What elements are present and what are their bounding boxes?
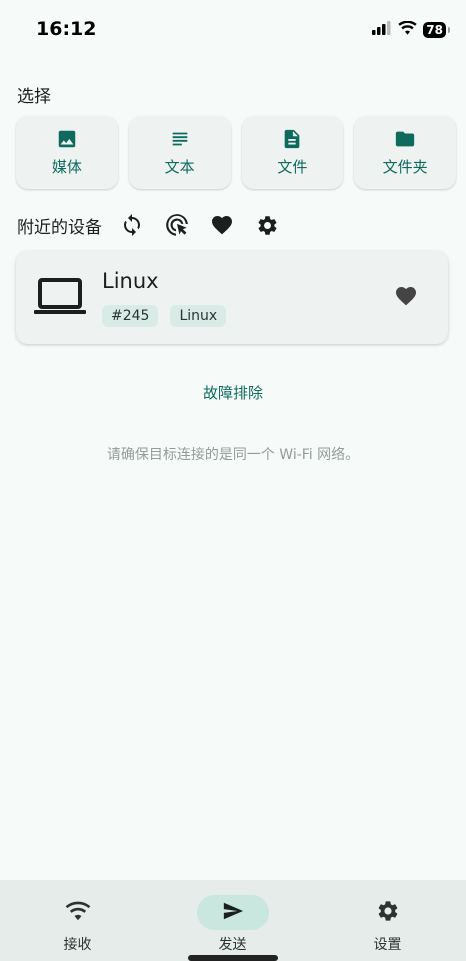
nav-settings-indicator [352, 895, 424, 930]
nav-settings[interactable]: 设置 [310, 880, 465, 961]
nearby-devices-header: 附近的设备 [17, 210, 297, 240]
home-indicator [188, 955, 278, 961]
nav-send-indicator [196, 895, 269, 930]
troubleshoot-link[interactable]: 故障排除 [0, 382, 466, 403]
nav-settings-label: 设置 [373, 937, 402, 953]
text-button-label: 文本 [164, 158, 195, 176]
laptop-icon [34, 277, 86, 321]
network-hint-text: 请确保目标连接的是同一个 Wi-Fi 网络。 [106, 447, 360, 463]
select-buttons-row: 媒体 文本 文件 文件夹 [16, 116, 456, 189]
status-icons: 78 [372, 20, 450, 39]
nav-receive[interactable]: 接收 [0, 880, 155, 961]
device-os-chip: Linux [170, 305, 227, 327]
gear-icon[interactable] [252, 210, 282, 240]
file-button[interactable]: 文件 [241, 116, 344, 189]
image-icon [56, 128, 78, 150]
text-button[interactable]: 文本 [128, 116, 231, 189]
wifi-status-icon [398, 20, 417, 39]
send-icon [221, 900, 245, 926]
bottom-navigation: 接收 发送 设置 [0, 880, 466, 961]
file-button-label: 文件 [277, 158, 308, 176]
refresh-icon[interactable] [117, 210, 147, 240]
nav-send-label: 发送 [218, 937, 247, 953]
device-card[interactable]: Linux #245 Linux [16, 251, 448, 344]
touch-target-icon[interactable] [162, 210, 192, 240]
nearby-devices-title: 附近的设备 [17, 217, 102, 238]
folder-button-label: 文件夹 [382, 158, 428, 176]
folder-icon [394, 128, 416, 150]
folder-button[interactable]: 文件夹 [354, 116, 456, 189]
file-icon [281, 128, 303, 150]
favorite-heart-icon[interactable] [394, 284, 418, 312]
device-id-chip: #245 [102, 305, 159, 327]
gear-icon [376, 899, 400, 927]
device-tags: #245 Linux [102, 305, 227, 327]
nav-send[interactable]: 发送 [155, 880, 310, 961]
status-time: 16:12 [36, 18, 97, 40]
media-button[interactable]: 媒体 [16, 116, 118, 189]
device-name: Linux [102, 269, 159, 293]
media-button-label: 媒体 [51, 158, 82, 176]
nav-receive-label: 接收 [63, 937, 92, 953]
battery-indicator: 78 [423, 21, 450, 38]
nav-receive-indicator [42, 895, 114, 930]
status-bar: 16:12 78 [0, 0, 466, 60]
wifi-icon [65, 901, 91, 925]
heart-icon[interactable] [207, 210, 237, 240]
cellular-signal-icon [372, 20, 392, 39]
select-section-title: 选择 [17, 87, 51, 107]
text-lines-icon [169, 128, 191, 150]
